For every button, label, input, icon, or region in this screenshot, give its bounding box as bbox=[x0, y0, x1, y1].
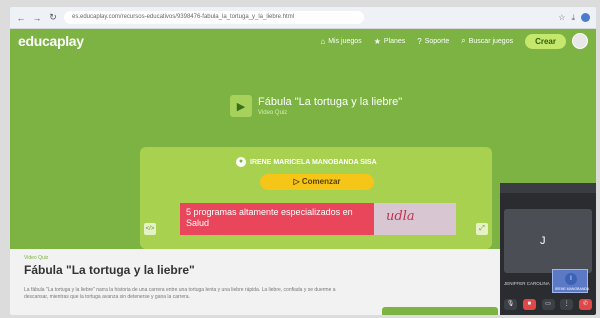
info-description: La fábula "La tortuga y la liebre" narra… bbox=[24, 287, 336, 300]
reload-icon[interactable]: ↻ bbox=[48, 12, 58, 23]
hangup-icon[interactable]: ✆ bbox=[579, 298, 592, 310]
meet-header bbox=[500, 183, 596, 193]
participant-name: JENIFFER CAROLINA bbox=[504, 281, 550, 286]
address-bar[interactable]: es.educaplay.com/recursos-educativos/939… bbox=[64, 11, 364, 24]
meet-controls: 🎙 ■ ▭ ⋮ ✆ bbox=[504, 297, 592, 311]
ad-headline: 5 programas altamente especializados en … bbox=[186, 207, 353, 228]
self-avatar: I bbox=[565, 273, 577, 285]
forward-icon[interactable]: → bbox=[32, 13, 42, 23]
back-icon[interactable]: ← bbox=[16, 13, 26, 23]
star-icon[interactable]: ☆ bbox=[558, 13, 565, 22]
educaplay-logo[interactable]: educaplay bbox=[18, 33, 84, 49]
bottom-bar bbox=[382, 307, 498, 315]
game-title: Fábula "La tortuga y la liebre" bbox=[258, 96, 403, 108]
app-header: educaplay ⌂ Mis juegos ★ Planes ? Soport… bbox=[10, 29, 596, 53]
self-label: IRENE MANOBANDA bbox=[555, 287, 590, 291]
more-icon[interactable]: ⋮ bbox=[560, 298, 574, 310]
screen: ← → ↻ es.educaplay.com/recursos-educativ… bbox=[10, 7, 596, 315]
video-quiz-icon: ▶ bbox=[230, 95, 252, 117]
nav-label: Buscar juegos bbox=[468, 37, 514, 45]
nav-buscar-juegos[interactable]: ⌕ Buscar juegos bbox=[461, 36, 513, 46]
game-info: Video Quiz Fábula "La tortuga y la liebr… bbox=[24, 255, 494, 301]
download-icon[interactable]: ⤓ bbox=[571, 13, 575, 23]
ad-banner[interactable]: 5 programas altamente especializados en … bbox=[180, 203, 456, 235]
game-type: Video Quiz bbox=[258, 110, 288, 116]
nav-soporte[interactable]: ? Soporte bbox=[417, 37, 449, 46]
present-icon[interactable]: ▭ bbox=[541, 298, 555, 310]
browser-toolbar: ← → ↻ es.educaplay.com/recursos-educativ… bbox=[10, 7, 596, 29]
game-title-block: ▶ Fábula "La tortuga y la liebre" Video … bbox=[230, 95, 402, 117]
nav-label: Soporte bbox=[424, 37, 450, 45]
self-tile: I IRENE MANOBANDA bbox=[552, 269, 590, 293]
info-type: Video Quiz bbox=[24, 255, 49, 261]
author-info[interactable]: ● IRENE MARICELA MANOBANDA SISA bbox=[236, 157, 377, 167]
start-card: ● IRENE MARICELA MANOBANDA SISA ▷ Comenz… bbox=[140, 147, 492, 249]
fullscreen-icon[interactable]: ⤢ bbox=[476, 223, 488, 235]
mic-icon[interactable]: 🎙 bbox=[504, 298, 517, 310]
camera-off-icon[interactable]: ■ bbox=[522, 298, 536, 310]
author-name: IRENE MARICELA MANOBANDA SISA bbox=[250, 158, 377, 166]
star-icon: ★ bbox=[373, 36, 381, 46]
ad-brand: udla bbox=[386, 209, 415, 224]
nav-planes[interactable]: ★ Planes bbox=[374, 37, 406, 46]
search-icon: ⌕ bbox=[461, 36, 466, 45]
participant-letter: J bbox=[540, 235, 546, 247]
nav-mis-juegos[interactable]: ⌂ Mis juegos bbox=[320, 37, 361, 46]
home-icon: ⌂ bbox=[320, 36, 326, 46]
participant-tile: J bbox=[504, 209, 592, 273]
profile-icon[interactable] bbox=[581, 13, 590, 22]
info-title: Fábula "La tortuga y la liebre" bbox=[24, 263, 195, 277]
video-call-overlay: J JENIFFER CAROLINA I IRENE MANOBANDA 🎙 … bbox=[500, 183, 596, 315]
nav-label: Planes bbox=[383, 37, 406, 45]
author-avatar-icon: ● bbox=[236, 157, 246, 167]
embed-icon[interactable]: </> bbox=[144, 223, 156, 235]
start-button[interactable]: ▷ Comenzar bbox=[260, 174, 374, 190]
ad-image: udla bbox=[374, 203, 456, 235]
user-avatar[interactable] bbox=[572, 33, 588, 49]
create-button[interactable]: Crear bbox=[525, 33, 566, 49]
nav-label: Mis juegos bbox=[328, 37, 362, 45]
help-icon: ? bbox=[417, 36, 422, 46]
